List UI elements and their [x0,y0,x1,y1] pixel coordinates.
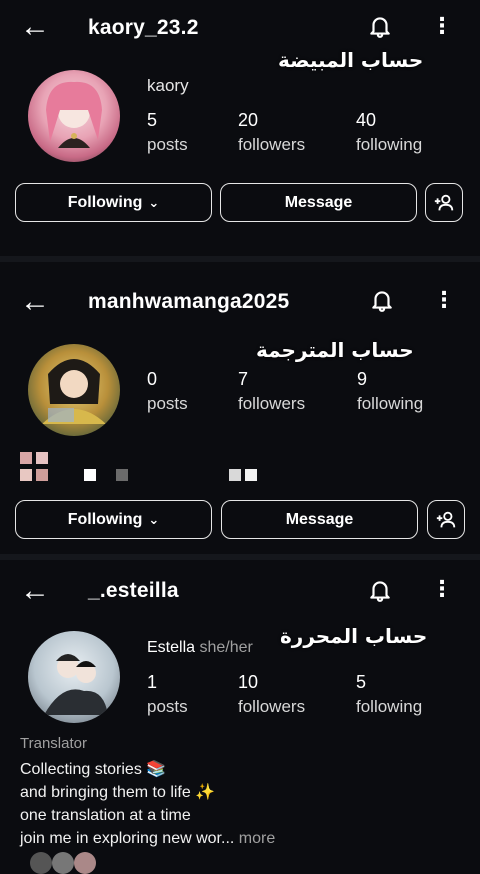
redaction-block [20,452,32,464]
more-options-icon[interactable]: ⋮ [433,289,455,311]
bio-line-last: join me in exploring new wor... more [20,827,275,850]
following-label[interactable]: following [356,697,422,717]
section-divider [0,554,480,560]
followers-label[interactable]: followers [238,394,305,414]
following-label[interactable]: following [357,394,423,414]
message-button[interactable]: Message [221,500,418,539]
mutual-follower-avatar[interactable] [52,852,74,874]
avatar-art [46,81,102,148]
posts-count: 0 [147,369,158,389]
account-caption: حساب المترجمة [256,338,414,362]
username: manhwamanga2025 [88,290,290,313]
username: _.esteilla [88,579,179,602]
following-button-label: Following [67,193,143,211]
more-options-icon[interactable]: ⋮ [431,578,453,600]
posts-label: posts [147,697,188,716]
followers-label[interactable]: followers [238,697,305,717]
mutual-follower-avatar[interactable] [30,852,52,874]
add-friend-button[interactable] [425,183,463,222]
add-person-icon [434,194,454,210]
notification-bell-icon[interactable] [367,577,393,603]
message-button-label: Message [284,193,353,211]
profile-avatar[interactable] [28,70,120,162]
posts-label: posts [147,135,188,154]
message-button[interactable]: Message [220,183,417,222]
redaction-block [36,452,48,464]
message-button-label: Message [285,510,354,528]
username: kaory_23.2 [88,16,199,39]
followers-count[interactable]: 7 [238,369,248,390]
display-name: Estella [147,639,196,656]
display-name: kaory [147,76,189,95]
profile-avatar[interactable] [28,344,120,436]
mutual-follower-avatar[interactable] [74,852,96,874]
add-friend-button[interactable] [427,500,465,539]
redaction-block [20,469,32,481]
profile-avatar[interactable] [28,631,120,723]
category-label: Translator [20,735,87,752]
redaction-block [84,469,96,481]
followers-count[interactable]: 10 [238,672,258,693]
following-button-label: Following [67,510,143,528]
redaction-block [36,469,48,481]
back-arrow-icon[interactable]: ← [20,12,50,42]
bio-line: Collecting stories 📚 [20,761,167,778]
posts-count: 1 [147,672,158,692]
bio-line: join me in exploring new wor... [20,830,235,847]
followers-label[interactable]: followers [238,135,305,155]
more-link[interactable]: more [239,830,275,847]
chevron-down-icon: ⌄ [148,511,160,527]
avatar-art [44,654,108,715]
following-label[interactable]: following [356,135,422,155]
following-button[interactable]: Following ⌄ [15,183,212,222]
posts-count: 5 [147,110,158,130]
followers-count[interactable]: 20 [238,110,258,131]
posts-label: posts [147,394,188,413]
following-button[interactable]: Following ⌄ [15,500,212,539]
bio-line: one translation at a time [20,807,191,824]
section-divider [0,256,480,262]
notification-bell-icon[interactable] [367,13,393,39]
following-count[interactable]: 9 [357,369,367,390]
following-count[interactable]: 40 [356,110,376,131]
account-caption: حساب المبيضة [278,48,424,72]
redaction-block [245,469,257,481]
following-count[interactable]: 5 [356,672,366,693]
back-arrow-icon[interactable]: ← [20,576,50,606]
display-name-row: Estella she/her [147,639,253,657]
add-person-icon [436,511,456,527]
pronouns: she/her [199,639,253,656]
bio: Collecting stories 📚 and bringing them t… [20,758,275,850]
avatar-art [42,359,106,424]
back-arrow-icon[interactable]: ← [20,287,50,317]
redaction-block [229,469,241,481]
bio-line: and bringing them to life ✨ [20,784,216,801]
account-caption: حساب المحررة [280,624,428,648]
notification-bell-icon[interactable] [369,287,395,313]
redaction-block [116,469,128,481]
more-options-icon[interactable]: ⋮ [431,15,453,37]
chevron-down-icon: ⌄ [148,194,160,210]
